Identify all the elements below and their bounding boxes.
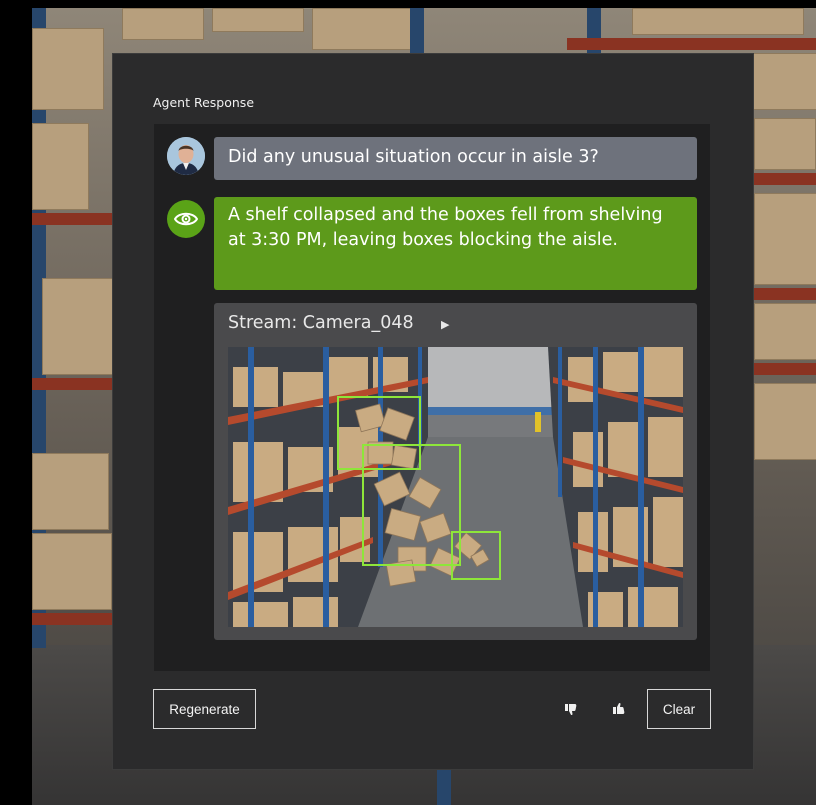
background-box <box>32 28 104 110</box>
eye-logo-icon <box>174 212 198 226</box>
rack-post <box>587 8 601 58</box>
clear-button[interactable]: Clear <box>647 689 711 729</box>
chat-area: Did any unusual situation occur in aisle… <box>154 124 710 671</box>
background-box <box>32 123 89 210</box>
background-box <box>212 8 304 32</box>
rack-beam <box>752 363 816 375</box>
play-triangle-icon[interactable]: ▶ <box>441 318 449 331</box>
background-box <box>632 8 804 35</box>
background-box <box>32 533 112 610</box>
stream-card[interactable]: Stream: Camera_048 ▶ <box>214 303 697 640</box>
rack-beam <box>32 613 112 625</box>
background-box <box>312 8 414 50</box>
thumbs-down-icon[interactable] <box>564 702 578 716</box>
background-box <box>42 278 114 375</box>
rack-post <box>410 8 424 58</box>
camera-video-frame[interactable] <box>228 347 683 627</box>
agent-response-panel: Agent Response Did any unusual situation… <box>112 53 754 770</box>
rack-beam <box>752 288 816 300</box>
warehouse-camera-view <box>228 347 683 627</box>
rack-post <box>437 768 451 805</box>
rack-beam <box>32 213 112 225</box>
background-box <box>754 383 816 460</box>
user-photo-icon <box>167 137 205 175</box>
agent-avatar <box>167 200 205 238</box>
rack-beam <box>567 38 816 50</box>
regenerate-button[interactable]: Regenerate <box>153 689 256 729</box>
background-box <box>754 193 816 285</box>
thumbs-up-icon[interactable] <box>612 702 626 716</box>
panel-title: Agent Response <box>153 95 255 110</box>
rack-beam <box>752 173 816 185</box>
background-box <box>32 453 109 530</box>
user-avatar <box>167 137 205 175</box>
background-box <box>122 8 204 40</box>
rack-beam <box>32 378 112 390</box>
user-message: Did any unusual situation occur in aisle… <box>214 137 697 180</box>
stream-label: Stream: Camera_048 <box>228 313 414 333</box>
background-box <box>754 118 816 170</box>
agent-message: A shelf collapsed and the boxes fell fro… <box>214 197 697 290</box>
background-box <box>752 53 816 110</box>
background-box <box>754 303 816 360</box>
